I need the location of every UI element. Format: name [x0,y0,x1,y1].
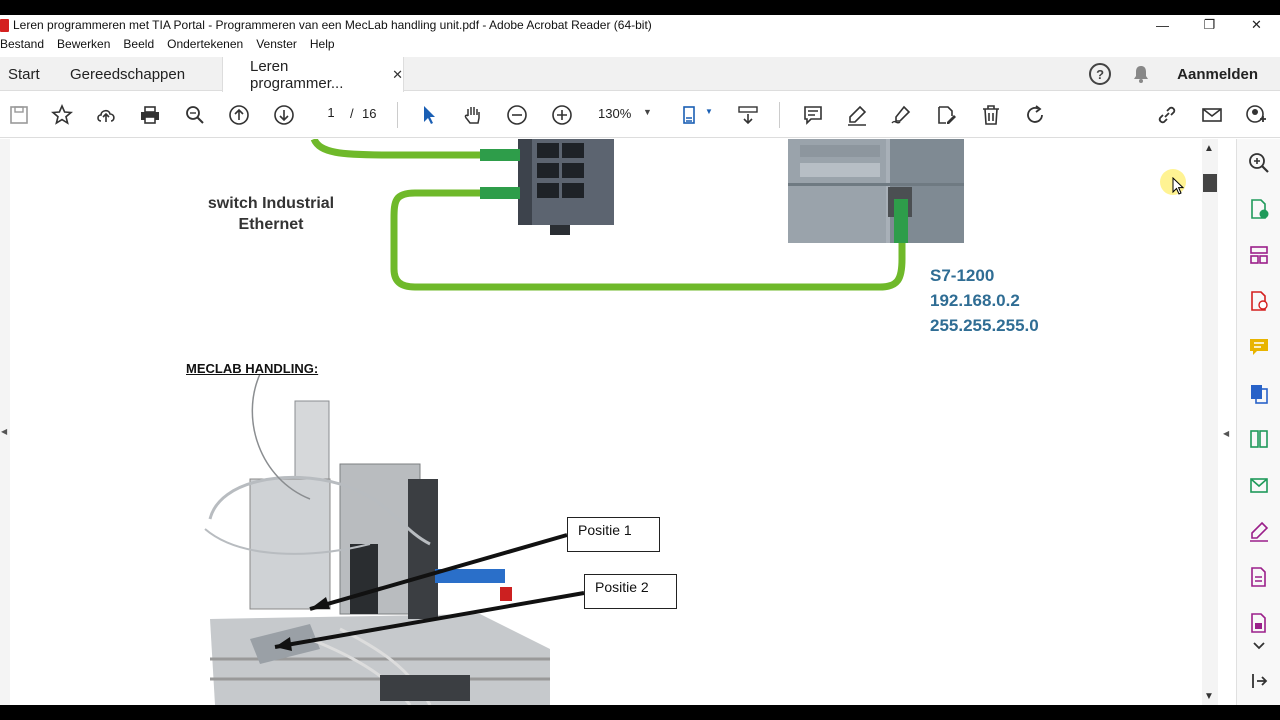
upload-icon[interactable] [93,102,119,128]
tab-document-label: Leren programmer... [250,57,344,92]
edit-document-icon[interactable] [933,102,959,128]
zoom-level-select[interactable]: 130% [598,106,631,121]
mouse-pointer-icon [1172,177,1185,195]
menu-venster[interactable]: Venster [256,37,306,55]
scroll-up-icon[interactable]: ▲ [1204,143,1214,154]
search-icon[interactable] [182,102,208,128]
ethernet-switch [518,139,614,235]
zoom-out-icon[interactable] [504,102,530,128]
zoom-in-icon[interactable] [549,102,575,128]
more-tools-chevron-icon[interactable] [1247,639,1271,653]
right-tools-panel [1236,139,1280,705]
plc-name: S7-1200 [930,266,995,285]
position2-label: Positie 2 [595,579,649,595]
scroll-down-icon[interactable]: ▼ [1204,691,1214,702]
toolbar-divider [397,102,398,128]
scroll-thumb[interactable] [1203,174,1217,192]
add-user-icon[interactable] [1243,102,1269,128]
help-button[interactable]: ? [1089,63,1112,85]
tab-tools-label: Gereedschappen [70,65,186,83]
menu-beeld[interactable]: Beeld [123,37,163,55]
mail-icon[interactable] [1199,102,1225,128]
comment-icon[interactable] [800,102,826,128]
position2-box: Positie 2 [584,574,677,609]
fit-page-icon[interactable] [678,102,704,128]
save-icon[interactable] [6,102,32,128]
fit-chevron-icon[interactable]: ▼ [705,107,713,116]
page-total: 16 [362,106,377,121]
toolbar-divider [779,102,780,128]
tab-start-label: Start [8,65,40,83]
hand-tool-icon[interactable] [460,102,486,128]
menu-ondertekenen[interactable]: Ondertekenen [167,37,252,55]
arrow-up-icon[interactable] [226,102,252,128]
menu-help[interactable]: Help [310,37,344,55]
print-icon[interactable] [137,102,163,128]
combine-files-icon[interactable] [1247,381,1271,405]
page-separator: / [350,106,354,121]
plc-s7-1200 [788,139,964,243]
menu-bestand[interactable]: Bestand [0,37,53,55]
vertical-scrollbar[interactable]: ▲ ▼ [1202,139,1218,705]
star-icon[interactable] [49,102,75,128]
left-edge-collapse[interactable]: ◀ [0,139,10,705]
panel-collapse-icon[interactable]: ◀ [1223,429,1229,438]
compare-files-icon[interactable] [1247,427,1271,451]
share-link-icon[interactable] [1154,102,1180,128]
plc-ip: 192.168.0.2 [930,291,1020,310]
create-pdf-icon[interactable] [1247,289,1271,313]
sign-icon[interactable] [888,102,914,128]
switch-label-line1: switch Industrial [207,195,335,212]
expand-panel-icon[interactable] [1247,669,1271,693]
panel-toggle-strip[interactable]: ◀ [1218,139,1236,705]
network-diagram [204,139,964,705]
scroll-mode-icon[interactable] [735,102,761,128]
menu-bewerken[interactable]: Bewerken [57,37,119,55]
meclab-handling-machine [204,373,550,705]
fill-sign-icon[interactable] [1247,519,1271,543]
plc-mask: 255.255.255.0 [930,316,1039,335]
chevron-down-icon[interactable]: ▼ [643,107,652,117]
title-bar: Leren programmeren met TIA Portal - Prog… [0,15,1280,35]
document-page: switch Industrial Ethernet S7-1200 192.1… [10,139,1202,705]
close-window-button[interactable]: ✕ [1233,15,1280,35]
restore-button[interactable]: ❐ [1186,15,1233,35]
zoom-tool-icon[interactable] [1247,151,1271,175]
highlight-pen-icon[interactable] [844,102,870,128]
menu-bar: Bestand Bewerken Beeld Ondertekenen Vens… [0,37,348,55]
bell-icon[interactable] [1131,64,1151,84]
plc-label: S7-1200 192.168.0.2 255.255.255.0 [930,263,1039,338]
tab-document[interactable]: Leren programmer... ✕ [222,57,404,92]
edit-pdf-icon[interactable] [1247,565,1271,589]
signin-button[interactable]: Aanmelden [1177,66,1258,83]
app-window: Leren programmeren met TIA Portal - Prog… [0,15,1280,705]
tab-tools[interactable]: Gereedschappen [70,57,185,91]
arrow-down-icon[interactable] [271,102,297,128]
acrobat-icon [0,18,9,32]
send-for-review-icon[interactable] [1247,473,1271,497]
export-pdf-icon[interactable] [1247,197,1271,221]
tab-close-button[interactable]: ✕ [392,67,403,83]
tab-bar: Start Gereedschappen Leren programmer...… [0,57,1280,92]
comment-tool-icon[interactable] [1247,335,1271,359]
protect-pdf-icon[interactable] [1247,611,1271,635]
page-number-input[interactable]: 1 [318,105,344,125]
switch-label-line2: Ethernet [238,216,304,233]
organize-pages-icon[interactable] [1247,243,1271,267]
select-cursor-icon[interactable] [416,102,442,128]
section-title: MECLAB HANDLING: [186,361,319,376]
toolbar: 1 / 16 130% ▼ ▼ [0,92,1280,138]
position1-box: Positie 1 [567,517,660,552]
tab-start[interactable]: Start [8,57,40,91]
rotate-icon[interactable] [1022,102,1048,128]
switch-label: switch Industrial Ethernet [206,193,336,235]
window-title: Leren programmeren met TIA Portal - Prog… [13,18,652,32]
position1-label: Positie 1 [578,522,632,538]
trash-icon[interactable] [978,102,1004,128]
minimize-button[interactable]: — [1139,15,1186,35]
